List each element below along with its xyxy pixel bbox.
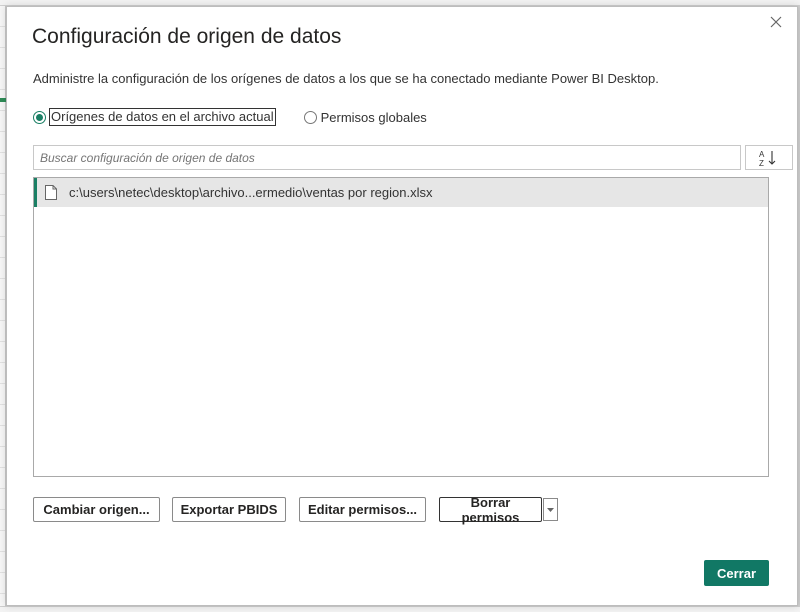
radio-global-permissions[interactable]: [303, 110, 317, 124]
data-source-settings-dialog: Configuración de origen de datos Adminis…: [6, 6, 798, 606]
clear-permissions-button[interactable]: Borrar permisos: [439, 495, 542, 525]
radio-current-file[interactable]: [33, 110, 46, 124]
radio-current-file-label[interactable]: Orígenes de datos en el archivo actual: [49, 108, 276, 126]
data-source-list: c:\users\netec\desktop\archivo...ermedio…: [33, 177, 769, 477]
clear-permissions-dropdown[interactable]: [543, 498, 558, 521]
chevron-down-icon: [547, 507, 554, 512]
change-source-button[interactable]: Cambiar origen...: [33, 497, 160, 522]
svg-text:Z: Z: [759, 159, 764, 167]
close-icon[interactable]: [763, 11, 789, 33]
radio-global-permissions-label[interactable]: Permisos globales: [321, 110, 427, 125]
sort-button[interactable]: A Z: [745, 145, 793, 170]
dialog-title: Configuración de origen de datos: [32, 25, 342, 48]
export-pbids-button[interactable]: Exportar PBIDS: [172, 497, 286, 522]
close-button[interactable]: Cerrar: [704, 560, 769, 586]
edit-permissions-button[interactable]: Editar permisos...: [299, 497, 426, 522]
dialog-description: Administre la configuración de los oríge…: [33, 71, 659, 86]
sort-az-icon: A Z: [759, 150, 776, 167]
background-app-bottom-strip: [0, 606, 800, 612]
search-input[interactable]: [33, 145, 741, 170]
svg-text:A: A: [759, 150, 765, 159]
data-source-path: c:\users\netec\desktop\archivo...ermedio…: [69, 185, 433, 200]
file-icon: [45, 185, 57, 200]
list-item[interactable]: c:\users\netec\desktop\archivo...ermedio…: [34, 178, 768, 207]
close-icon-glyph: [770, 16, 782, 28]
scope-radio-group: Orígenes de datos en el archivo actual P…: [33, 107, 427, 127]
